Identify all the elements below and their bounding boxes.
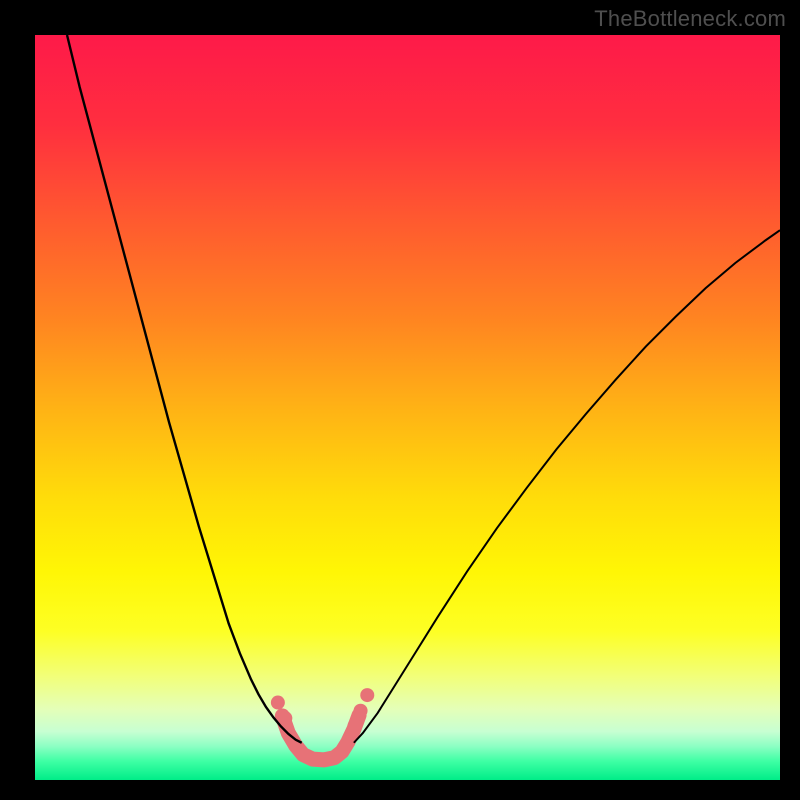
- right-dot-lower: [348, 719, 362, 733]
- left-dot-lower: [278, 711, 292, 725]
- chart-frame: TheBottleneck.com: [0, 0, 800, 800]
- left-dot-upper: [271, 696, 285, 710]
- right-dot-mid: [354, 704, 368, 718]
- right-dot-upper: [360, 688, 374, 702]
- chart-svg: [0, 0, 800, 800]
- plot-background: [35, 35, 780, 780]
